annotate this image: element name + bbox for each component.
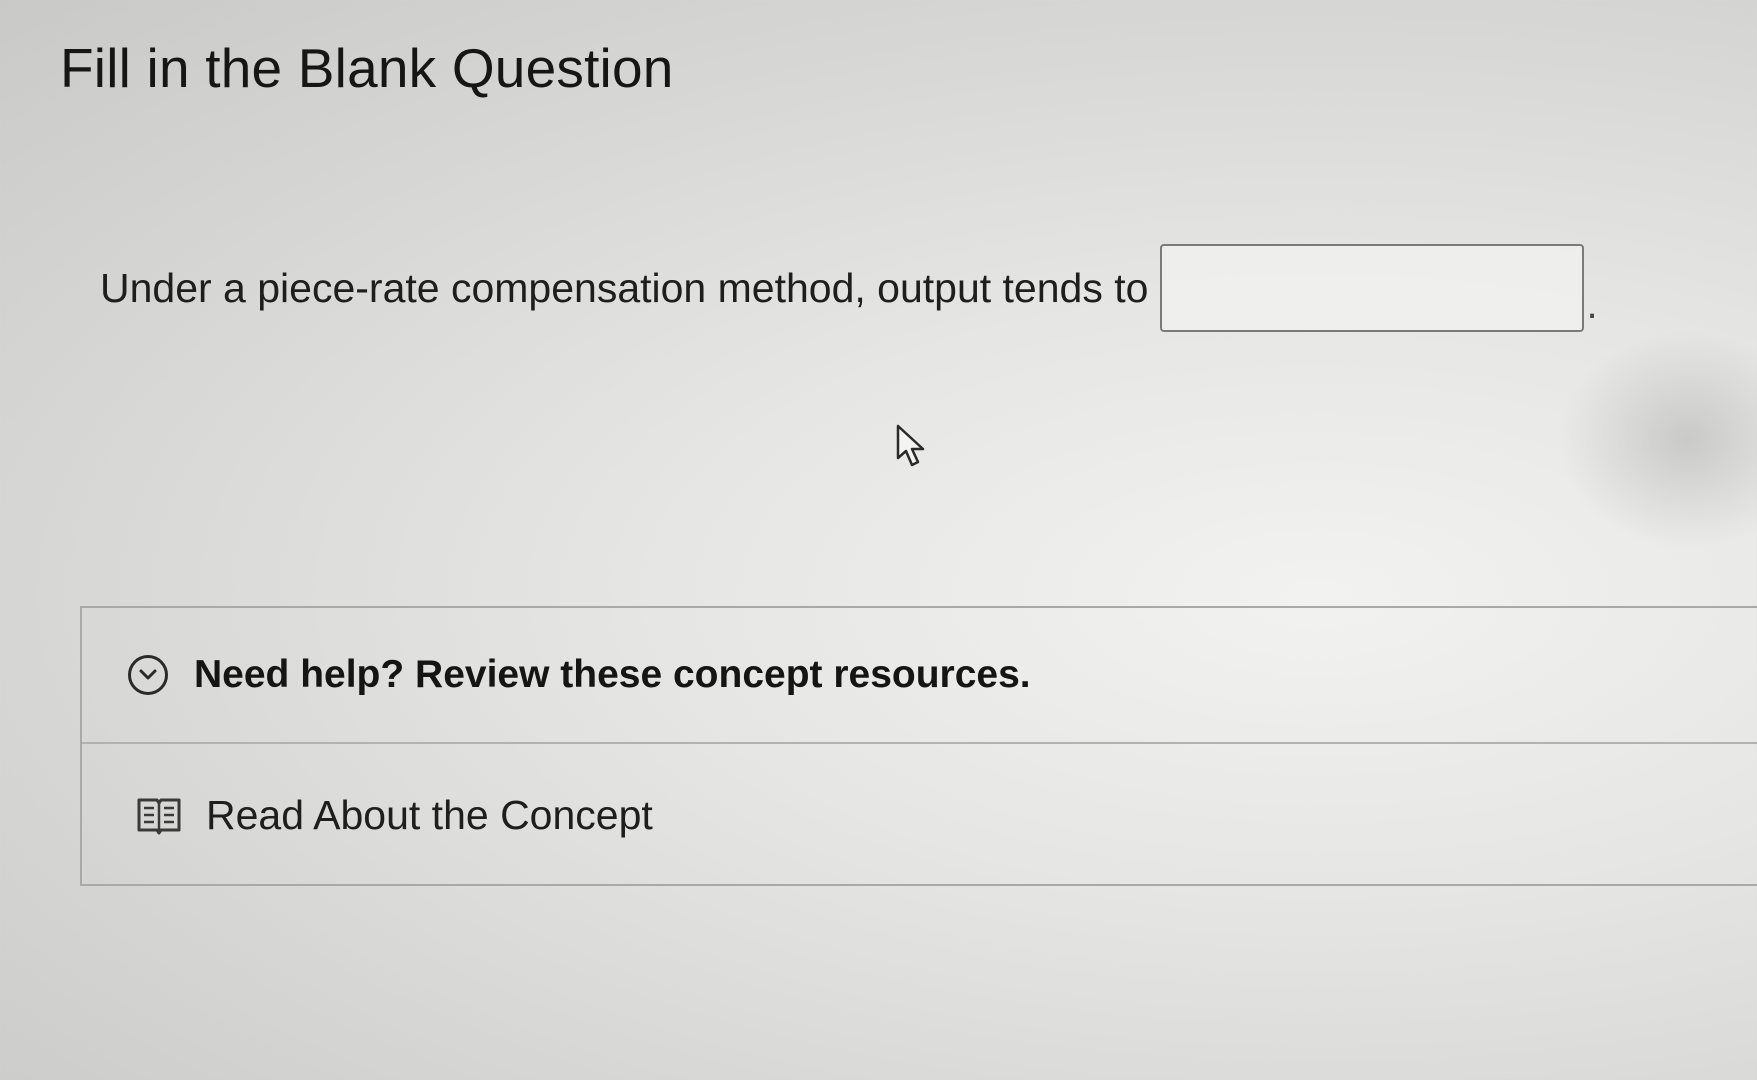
question-period: . xyxy=(1586,283,1598,327)
mouse-cursor-icon xyxy=(896,424,925,467)
page-title: Fill in the Blank Question xyxy=(60,37,674,99)
need-help-toggle[interactable]: Need help? Review these concept resource… xyxy=(82,608,1757,744)
background-shade xyxy=(1557,330,1757,550)
read-about-concept-link[interactable]: Read About the Concept xyxy=(82,744,1757,886)
chevron-down-circle-icon xyxy=(128,655,168,695)
concept-resources-panel: Need help? Review these concept resource… xyxy=(80,606,1757,886)
book-icon xyxy=(137,798,181,835)
answer-blank-input[interactable] xyxy=(1160,244,1585,332)
question-row: Under a piece-rate compensation method, … xyxy=(100,240,1598,336)
question-prompt: Under a piece-rate compensation method, … xyxy=(100,264,1149,311)
read-about-concept-label: Read About the Concept xyxy=(206,791,653,838)
need-help-label: Need help? Review these concept resource… xyxy=(194,653,1031,696)
